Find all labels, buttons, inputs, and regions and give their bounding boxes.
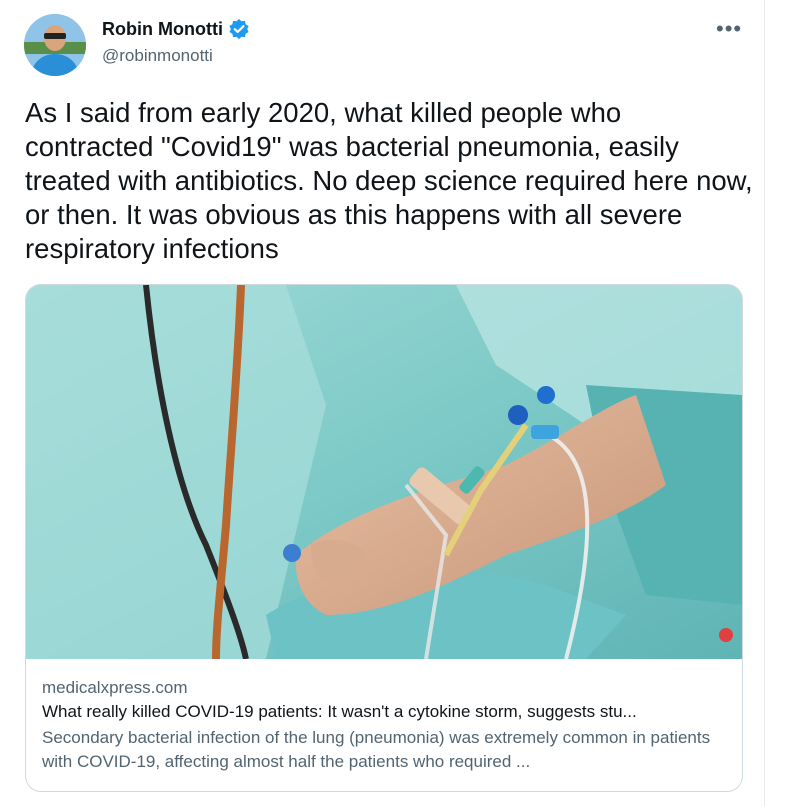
author-handle[interactable]: @robinmonotti [102,46,213,66]
author-name-row: Robin Monotti [102,18,250,40]
profile-photo-icon [24,14,86,76]
card-image [26,285,742,659]
tweet-text: As I said from early 2020, what killed p… [25,97,753,264]
card-meta: medicalxpress.com What really killed COV… [42,677,732,774]
card-title[interactable]: What really killed COVID-19 patients: It… [42,700,732,724]
verified-badge-icon [228,18,250,40]
more-options-icon[interactable]: ••• [716,16,742,42]
timeline-border [764,0,765,806]
author-display-name[interactable]: Robin Monotti [102,19,223,40]
link-preview-card[interactable]: medicalxpress.com What really killed COV… [25,284,743,792]
card-domain: medicalxpress.com [42,678,188,697]
avatar[interactable] [24,14,86,76]
card-description: Secondary bacterial infection of the lun… [42,728,711,771]
